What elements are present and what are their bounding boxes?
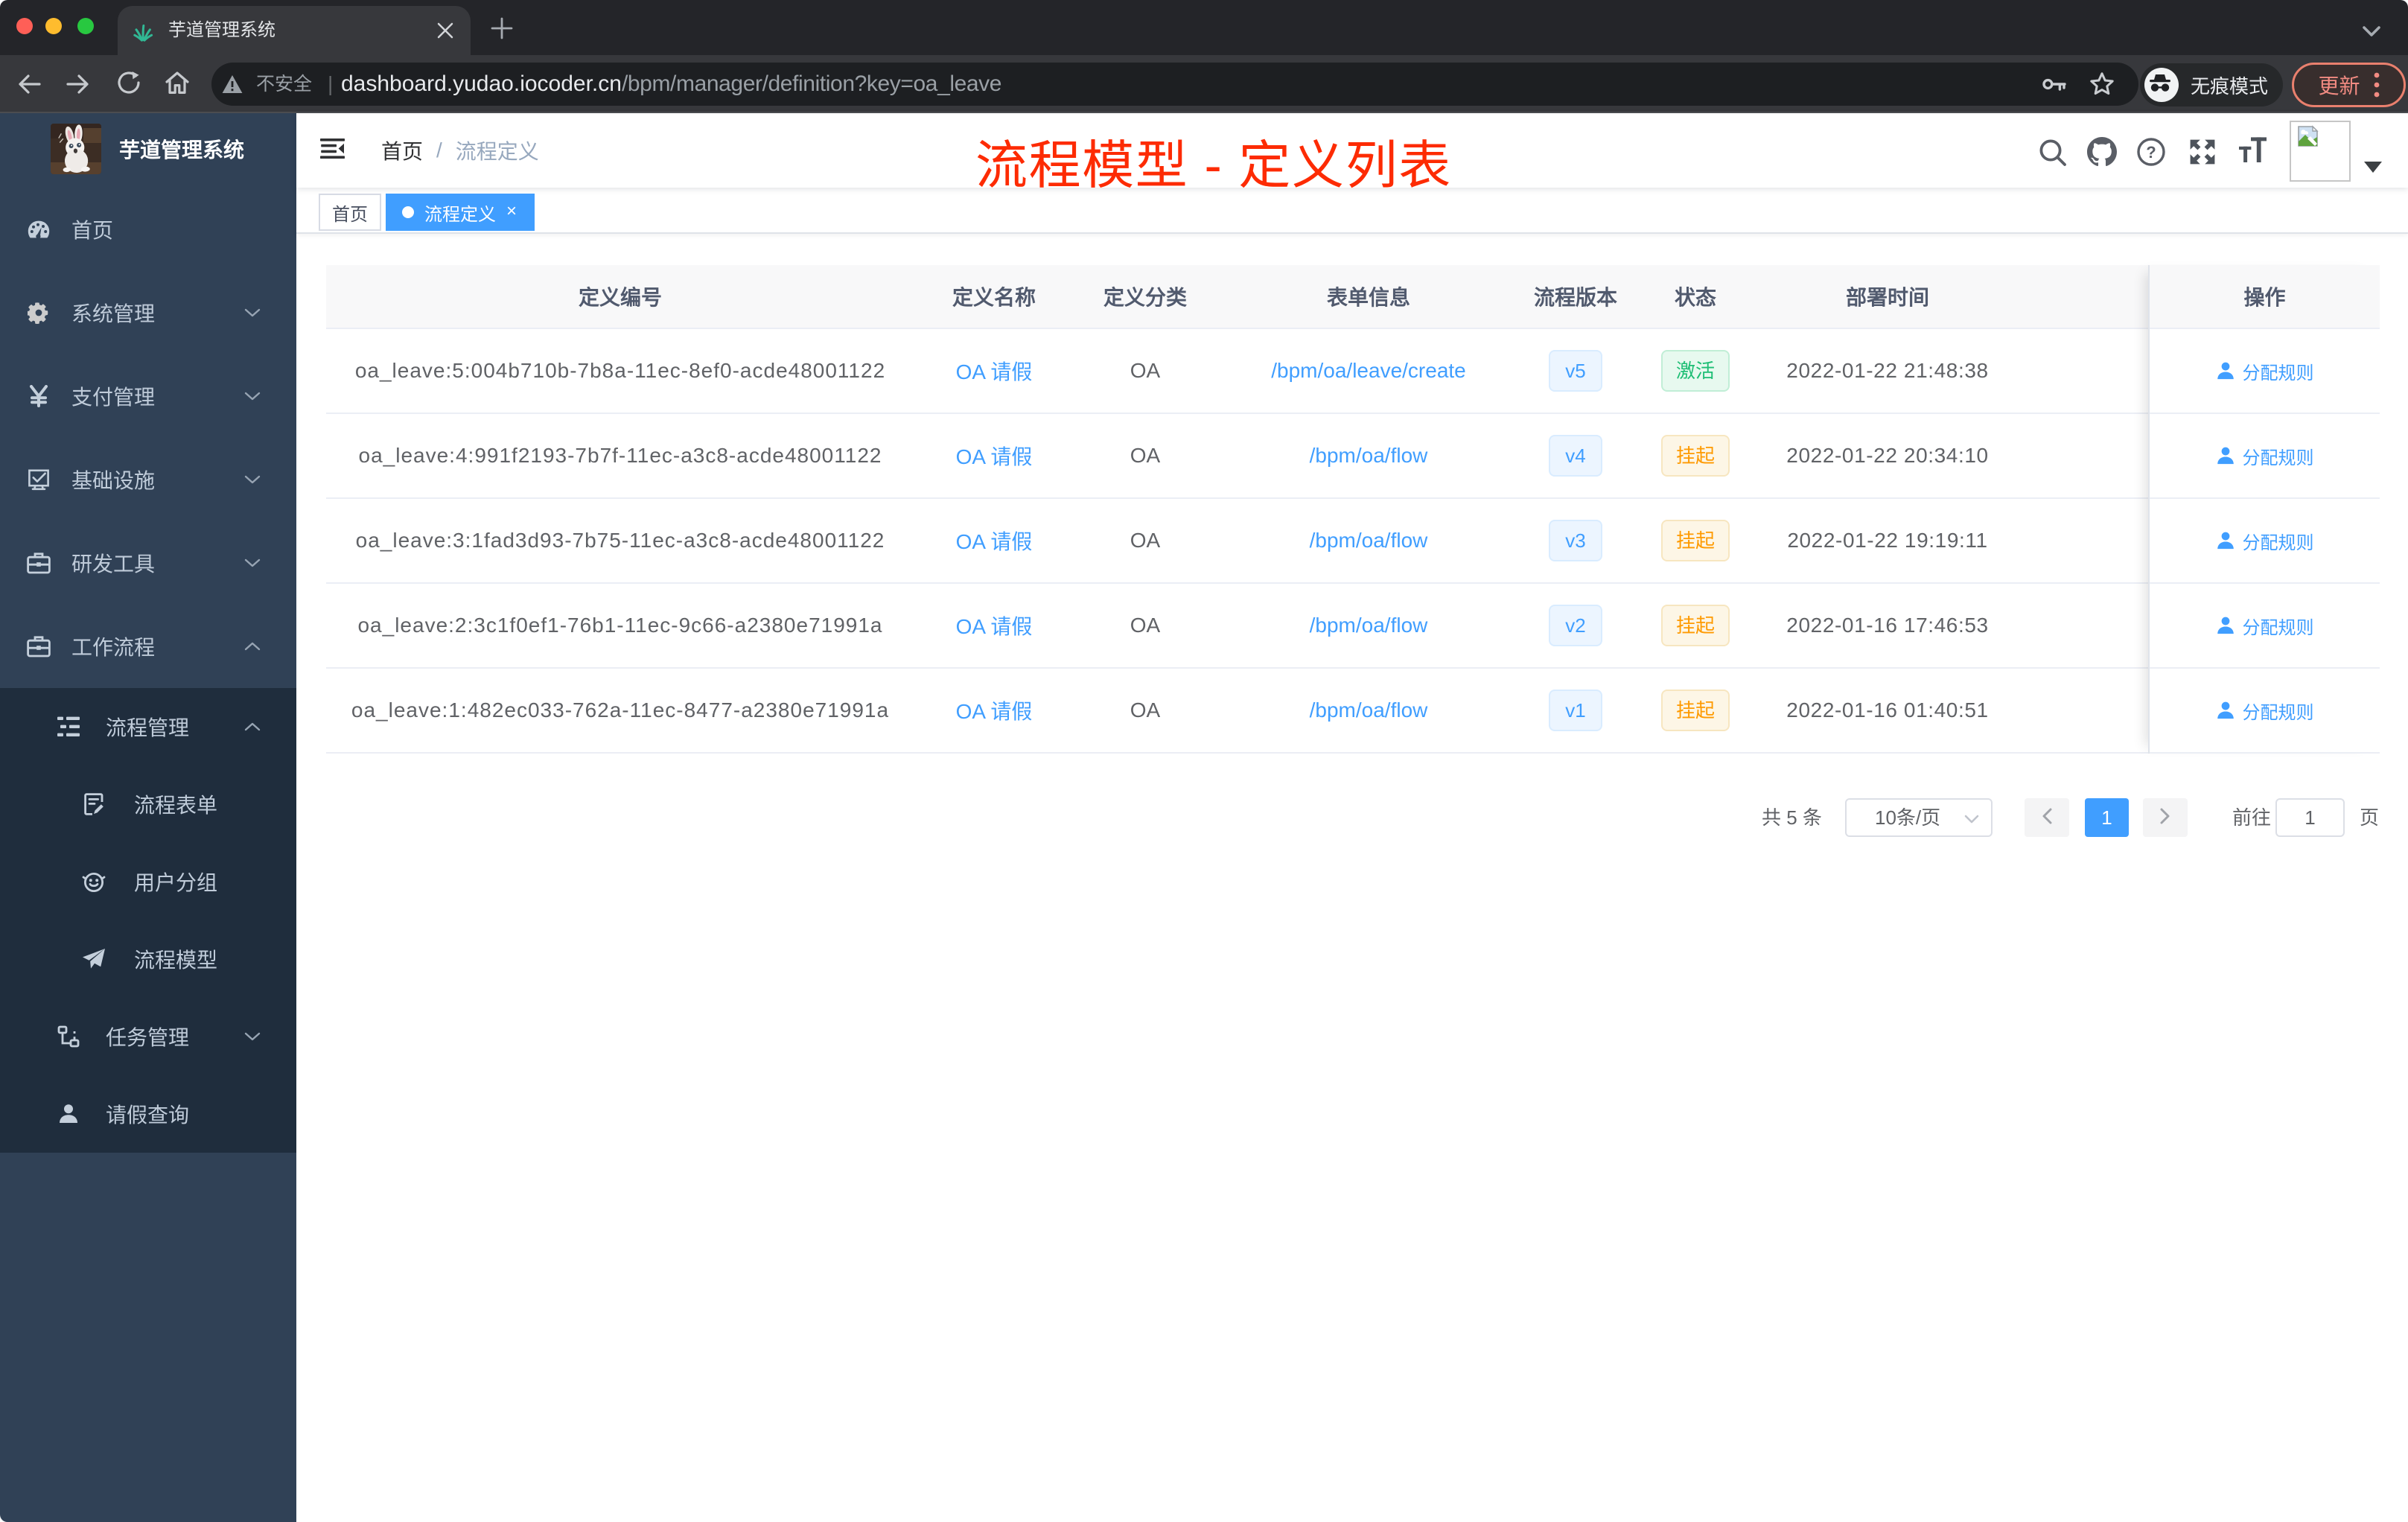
svg-text:?: ? (2146, 143, 2156, 162)
